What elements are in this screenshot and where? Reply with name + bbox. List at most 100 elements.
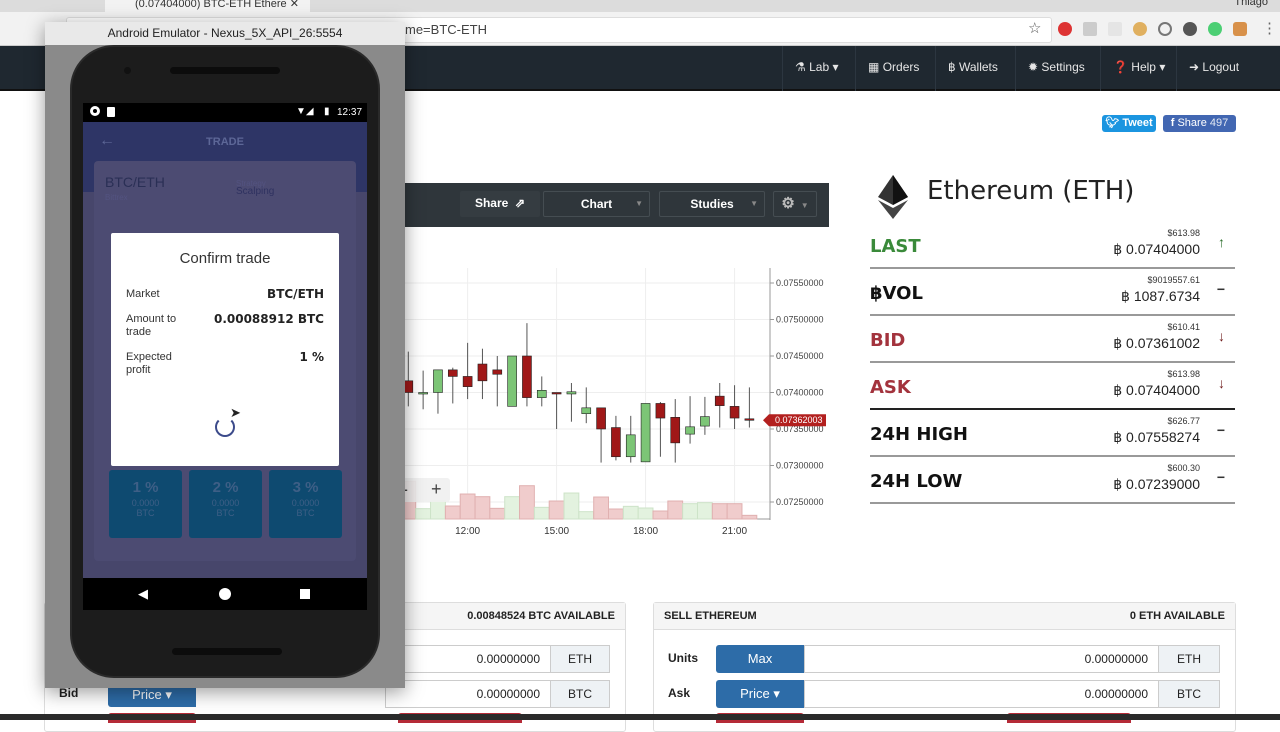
stat-label: 24H LOW [870, 471, 963, 492]
stat-usd: $626.77 [1167, 416, 1200, 426]
x-tick-label: 12:00 [455, 526, 480, 537]
stat-label: LAST [870, 236, 921, 257]
candle-body [685, 426, 695, 435]
volume-bar [652, 510, 669, 520]
stat-btc: ฿ 0.07558274 [1113, 429, 1200, 445]
exchange-name: Bittrex [105, 193, 128, 202]
trend-icon: − [1216, 469, 1225, 485]
strategy-value: Scalping [236, 186, 275, 197]
volume-bar [430, 500, 446, 520]
buy-units-input[interactable]: 0.00000000 [385, 645, 551, 673]
stat-row: 24H LOW $600.30 ฿ 0.07239000 − [870, 457, 1235, 504]
amount-label: Amount to trade [126, 313, 177, 338]
status-bar: ▼◢ ▮ 12:37 [83, 103, 367, 122]
volume-bar [741, 514, 758, 520]
x-tick-label: 21:00 [722, 526, 747, 537]
candle-body [729, 406, 740, 419]
ask-unit: BTC [1158, 680, 1220, 708]
candle-body [418, 392, 428, 395]
trend-icon: ↓ [1218, 328, 1225, 344]
volume-bar [563, 492, 580, 520]
market-label: Market [126, 288, 160, 300]
trend-icon: ↑ [1218, 234, 1225, 250]
speaker-top [170, 67, 280, 74]
phone-screen[interactable]: ▼◢ ▮ 12:37 ← TRADE BTC/ETH Bittrex Strat… [83, 103, 367, 610]
profit-value: 1 % [299, 350, 324, 364]
stat-row: LAST $613.98 ฿ 0.07404000 ↑ [870, 222, 1235, 269]
candle-body [670, 417, 681, 444]
buy-units-unit: ETH [550, 645, 610, 673]
volume-bar [533, 506, 550, 520]
nav-recents-icon[interactable] [300, 589, 310, 599]
candle-body [640, 403, 651, 463]
y-tick-label: 0.07500000 [776, 315, 824, 325]
sell-units-unit: ETH [1158, 645, 1220, 673]
stat-usd: $600.30 [1167, 463, 1200, 473]
sell-title: SELL ETHEREUM [664, 610, 757, 622]
front-camera [124, 67, 131, 74]
candle-body [522, 355, 532, 398]
volume-bar [578, 511, 595, 520]
bid-input[interactable]: 0.00000000 [385, 680, 551, 708]
stat-usd: $610.41 [1167, 322, 1200, 332]
option-3-percent[interactable]: 3 % 0.0000 BTC [269, 470, 342, 538]
volume-bar [667, 500, 684, 520]
candle-body [581, 407, 592, 414]
volume-bar [593, 496, 609, 520]
stat-btc: ฿ 0.07404000 [1113, 241, 1200, 257]
volume-bar [637, 507, 654, 520]
candle-body [596, 407, 606, 430]
max-button[interactable]: Max [716, 645, 804, 673]
volume-bar [459, 493, 476, 520]
eth-available: 0 ETH AVAILABLE [1129, 610, 1225, 622]
emulator-title[interactable]: Android Emulator - Nexus_5X_API_26:5554 [45, 22, 405, 45]
profit-label: Expected profit [126, 351, 172, 376]
candle-body [700, 416, 710, 427]
stat-row: ASK $613.98 ฿ 0.07404000 ↓ [870, 363, 1235, 410]
nav-back-icon[interactable]: ◀ [138, 586, 148, 602]
app-title: TRADE [206, 136, 244, 148]
volume-bar [444, 505, 461, 520]
ask-input[interactable]: 0.00000000 [804, 680, 1159, 708]
stat-label: BID [870, 330, 906, 351]
option-2-percent[interactable]: 2 % 0.0000 BTC [189, 470, 262, 538]
candle-body [433, 369, 443, 393]
candle-body [462, 376, 473, 387]
nav-home-icon[interactable] [219, 588, 231, 600]
volume-bar [697, 502, 713, 520]
candle-body [536, 390, 547, 398]
stat-btc: ฿ 0.07239000 [1113, 476, 1200, 492]
sd-card-icon [107, 107, 115, 117]
candle-body [744, 418, 755, 421]
volume-bar [504, 496, 521, 520]
ask-price-button[interactable]: Price ▾ [716, 680, 804, 708]
candle-body [551, 392, 562, 395]
dialog-title: Confirm trade [179, 250, 271, 267]
confirm-trade-dialog: Confirm trade Market BTC/ETH Amount to t… [111, 233, 339, 466]
y-tick-label: 0.07400000 [776, 388, 824, 398]
stat-btc: ฿ 0.07361002 [1113, 335, 1200, 351]
clock: 12:37 [337, 107, 363, 118]
y-tick-label: 0.07450000 [776, 351, 824, 361]
stat-label: ASK [870, 377, 911, 398]
market-value: BTC/ETH [267, 287, 324, 301]
zoom-in-button[interactable]: + [431, 479, 442, 499]
candle-body [566, 391, 577, 395]
sell-units-input[interactable]: 0.00000000 [804, 645, 1159, 673]
candle-body [507, 355, 517, 407]
stat-row: 24H HIGH $626.77 ฿ 0.07558274 − [870, 410, 1235, 457]
x-tick-label: 15:00 [544, 526, 569, 537]
ethereum-logo-icon [878, 175, 908, 219]
option-1-percent[interactable]: 1 % 0.0000 BTC [109, 470, 182, 538]
mouse-cursor-icon: ➤ [230, 405, 241, 420]
volume-bar [726, 503, 743, 520]
y-tick-label: 0.07250000 [776, 497, 824, 507]
volume-bar [489, 507, 506, 520]
stat-row: BID $610.41 ฿ 0.07361002 ↓ [870, 316, 1235, 363]
units-label: Units [668, 651, 698, 665]
trend-icon: − [1216, 281, 1225, 297]
volume-bar [608, 508, 624, 520]
volume-bar [519, 485, 535, 520]
android-nav-bar: ◀ [83, 578, 367, 610]
sell-panel: SELL ETHEREUM 0 ETH AVAILABLE Units Max 0… [653, 602, 1236, 732]
